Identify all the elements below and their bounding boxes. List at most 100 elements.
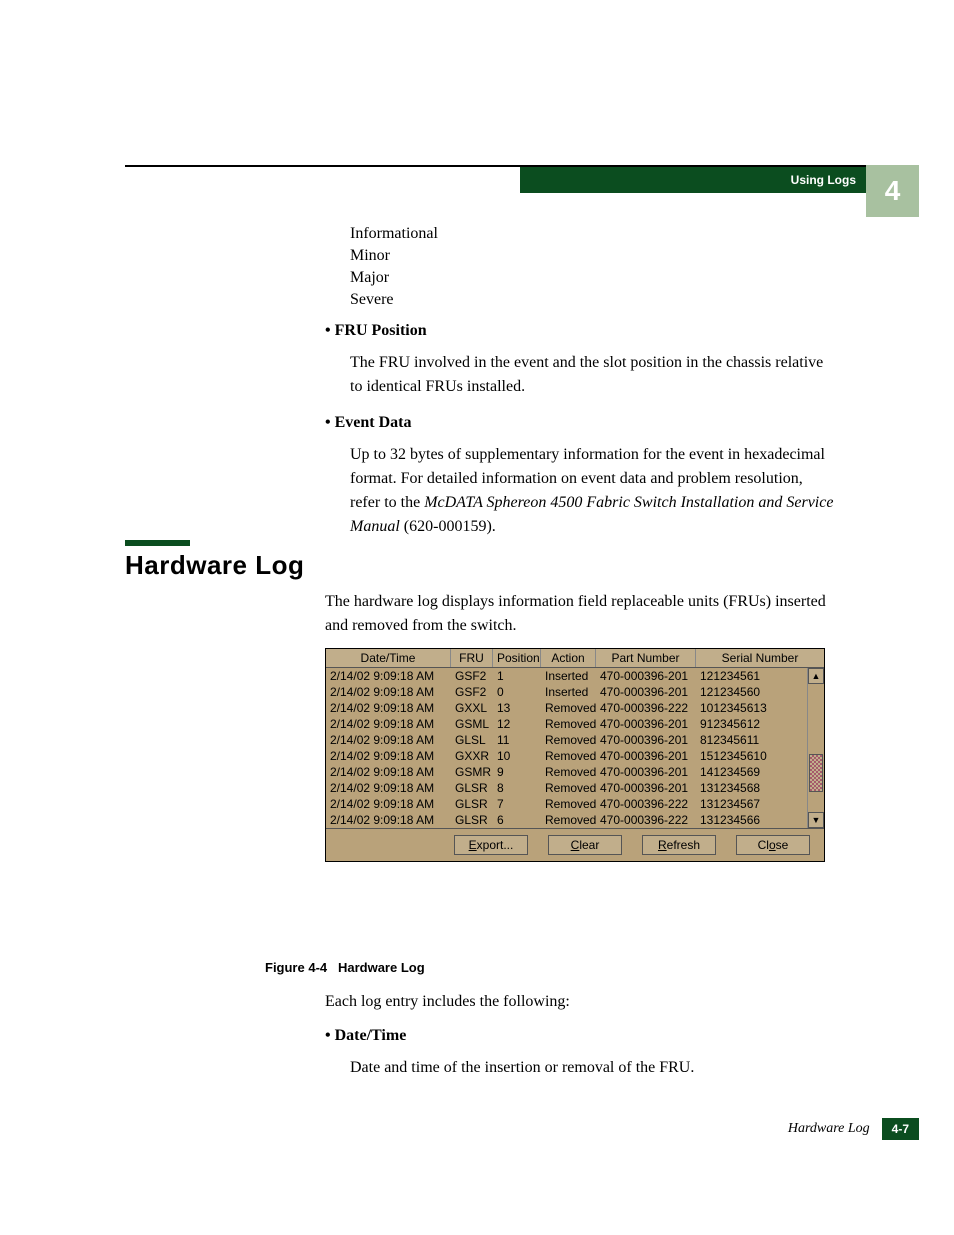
cell-sn: 121234561 [696,668,807,684]
scrollbar[interactable]: ▲ ▼ [807,668,824,828]
cell-fru: GLSL [451,732,493,748]
cell-sn: 131234566 [696,812,807,828]
cell-fru: GXXR [451,748,493,764]
cell-sn: 121234560 [696,684,807,700]
cell-sn: 131234567 [696,796,807,812]
scroll-thumb[interactable] [809,754,823,792]
cell-pos: 12 [493,716,541,732]
cell-sn: 912345612 [696,716,807,732]
cell-act: Removed [541,748,596,764]
cell-pn: 470-000396-201 [596,780,696,796]
cell-pn: 470-000396-222 [596,796,696,812]
datetime-desc: Date and time of the insertion or remova… [350,1056,834,1080]
cell-dt: 2/14/02 9:09:18 AM [326,780,451,796]
cell-pn: 470-000396-222 [596,812,696,828]
cell-act: Removed [541,732,596,748]
cell-pn: 470-000396-222 [596,700,696,716]
cell-pos: 11 [493,732,541,748]
table-row[interactable]: 2/14/02 9:09:18 AMGXXL13Removed470-00039… [326,700,807,716]
cell-sn: 131234568 [696,780,807,796]
cell-fru: GLSR [451,812,493,828]
after-intro: Each log entry includes the following: [325,990,834,1014]
section-marker [125,540,190,546]
cell-pos: 8 [493,780,541,796]
cell-fru: GSML [451,716,493,732]
cell-sn: 812345611 [696,732,807,748]
clear-button[interactable]: Clear [548,835,622,855]
header-tab: Using Logs [520,167,866,193]
cell-fru: GXXL [451,700,493,716]
table-row[interactable]: 2/14/02 9:09:18 AMGSML12Removed470-00039… [326,716,807,732]
cell-act: Removed [541,812,596,828]
hardware-log-figure: Date/Time FRU Position Action Part Numbe… [325,648,825,862]
col-header-position[interactable]: Position [493,649,541,667]
table-row[interactable]: 2/14/02 9:09:18 AMGXXR10Removed470-00039… [326,748,807,764]
table-row[interactable]: 2/14/02 9:09:18 AMGSMR9Removed470-000396… [326,764,807,780]
cell-act: Removed [541,700,596,716]
col-header-part-number[interactable]: Part Number [596,649,696,667]
cell-fru: GSF2 [451,684,493,700]
cell-dt: 2/14/02 9:09:18 AM [326,796,451,812]
cell-pn: 470-000396-201 [596,764,696,780]
col-header-action[interactable]: Action [541,649,596,667]
footer-page-number: 4-7 [882,1118,919,1140]
severity-severe: Severe [350,291,834,309]
cell-pos: 1 [493,668,541,684]
cell-pn: 470-000396-201 [596,716,696,732]
cell-act: Removed [541,764,596,780]
cell-fru: GSMR [451,764,493,780]
col-header-serial-number[interactable]: Serial Number [696,649,824,667]
cell-dt: 2/14/02 9:09:18 AM [326,812,451,828]
section-intro: The hardware log displays information fi… [325,590,834,638]
cell-act: Removed [541,780,596,796]
scroll-track[interactable] [808,684,824,812]
table-row[interactable]: 2/14/02 9:09:18 AMGLSR8Removed470-000396… [326,780,807,796]
table-row[interactable]: 2/14/02 9:09:18 AMGLSL11Removed470-00039… [326,732,807,748]
cell-pos: 9 [493,764,541,780]
cell-dt: 2/14/02 9:09:18 AM [326,668,451,684]
cell-sn: 1512345610 [696,748,807,764]
table-row[interactable]: 2/14/02 9:09:18 AMGLSR6Removed470-000396… [326,812,807,828]
close-button[interactable]: Close [736,835,810,855]
severity-informational: Informational [350,225,834,243]
figure-caption: Figure 4-4 Hardware Log [265,960,425,975]
cell-pn: 470-000396-201 [596,748,696,764]
cell-sn: 141234569 [696,764,807,780]
cell-sn: 1012345613 [696,700,807,716]
table-row[interactable]: 2/14/02 9:09:18 AMGLSR7Removed470-000396… [326,796,807,812]
severity-minor: Minor [350,247,834,265]
cell-pos: 0 [493,684,541,700]
cell-pos: 13 [493,700,541,716]
cell-pn: 470-000396-201 [596,684,696,700]
cell-act: Removed [541,716,596,732]
datetime-heading: Date/Time [325,1024,834,1048]
cell-dt: 2/14/02 9:09:18 AM [326,732,451,748]
footer-section: Hardware Log [788,1121,870,1137]
col-header-fru[interactable]: FRU [451,649,493,667]
cell-fru: GLSR [451,780,493,796]
scroll-up-icon[interactable]: ▲ [808,668,824,684]
cell-pn: 470-000396-201 [596,732,696,748]
section-title: Hardware Log [125,550,304,581]
col-header-datetime[interactable]: Date/Time [326,649,451,667]
cell-pos: 10 [493,748,541,764]
fru-position-heading: FRU Position [325,319,834,343]
table-header-row: Date/Time FRU Position Action Part Numbe… [326,649,824,668]
cell-act: Removed [541,796,596,812]
cell-pos: 6 [493,812,541,828]
cell-dt: 2/14/02 9:09:18 AM [326,684,451,700]
cell-act: Inserted [541,684,596,700]
event-data-desc: Up to 32 bytes of supplementary informat… [350,443,834,539]
export-button[interactable]: Export... [454,835,528,855]
cell-fru: GLSR [451,796,493,812]
cell-act: Inserted [541,668,596,684]
severity-major: Major [350,269,834,287]
cell-dt: 2/14/02 9:09:18 AM [326,748,451,764]
scroll-down-icon[interactable]: ▼ [808,812,824,828]
refresh-button[interactable]: Refresh [642,835,716,855]
cell-dt: 2/14/02 9:09:18 AM [326,700,451,716]
table-row[interactable]: 2/14/02 9:09:18 AMGSF21Inserted470-00039… [326,668,807,684]
table-row[interactable]: 2/14/02 9:09:18 AMGSF20Inserted470-00039… [326,684,807,700]
fru-position-desc: The FRU involved in the event and the sl… [350,351,834,399]
cell-dt: 2/14/02 9:09:18 AM [326,716,451,732]
